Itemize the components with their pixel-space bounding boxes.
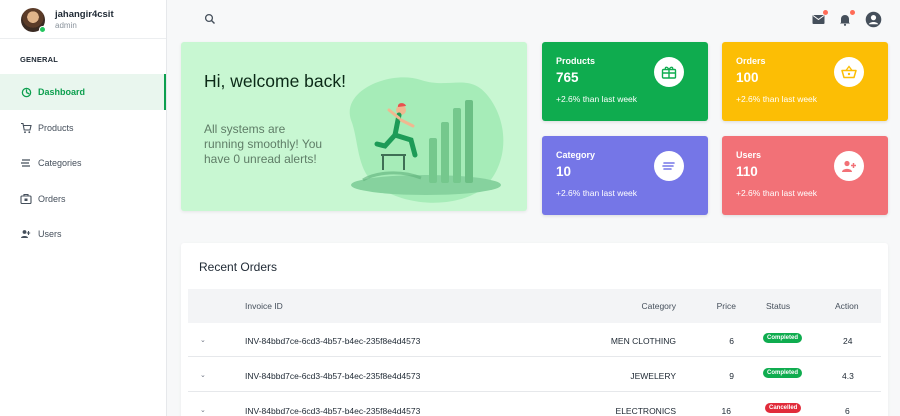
stat-title: Products bbox=[556, 56, 596, 66]
sidebar-item-categories[interactable]: Categories bbox=[0, 145, 166, 181]
column-header-action: Action bbox=[835, 301, 859, 311]
table-header: Invoice ID Category Price Status Action bbox=[188, 289, 881, 323]
notification-dot bbox=[823, 10, 828, 15]
stat-trend: +2.6% than last week bbox=[556, 94, 638, 104]
user-role: admin bbox=[55, 20, 77, 30]
invoice-id: INV-84bbd7ce-6cd3-4b57-b4ec-235f8e4d4573 bbox=[245, 336, 421, 346]
welcome-title: Hi, welcome back! bbox=[204, 71, 346, 91]
column-header-status: Status bbox=[766, 301, 791, 311]
chevron-down-icon[interactable]: ⌄ bbox=[200, 406, 206, 414]
stat-value: 765 bbox=[556, 70, 579, 85]
status-badge: Completed bbox=[763, 368, 803, 378]
stat-value: 100 bbox=[736, 70, 759, 85]
user-add-icon bbox=[834, 151, 864, 181]
sidebar-item-label: Categories bbox=[38, 158, 82, 168]
stat-card-products[interactable]: Products 765 +2.6% than last week bbox=[542, 42, 708, 121]
categories-icon bbox=[20, 157, 32, 169]
table-row[interactable]: ⌄ INV-84bbd7ce-6cd3-4b57-b4ec-235f8e4d45… bbox=[188, 393, 881, 416]
price-cell: 16 bbox=[721, 406, 731, 416]
category-cell: JEWELERY bbox=[630, 371, 676, 381]
stat-title: Category bbox=[556, 150, 596, 160]
sidebar-item-label: Users bbox=[38, 229, 62, 239]
chevron-down-icon[interactable]: ⌄ bbox=[200, 336, 206, 344]
search-icon[interactable] bbox=[204, 12, 218, 26]
user-name: jahangir4csit bbox=[55, 8, 114, 20]
column-header-category: Category bbox=[641, 301, 677, 311]
stat-value: 10 bbox=[556, 164, 572, 179]
chevron-down-icon[interactable]: ⌄ bbox=[200, 371, 206, 379]
sidebar-divider bbox=[0, 38, 166, 39]
gift-icon bbox=[654, 57, 684, 87]
mail-icon[interactable] bbox=[810, 10, 828, 27]
welcome-illustration bbox=[349, 77, 504, 203]
sidebar-item-dashboard[interactable]: Dashboard bbox=[0, 74, 166, 110]
recent-orders-title: Recent Orders bbox=[199, 260, 278, 274]
welcome-message: All systems are running smoothly! You ha… bbox=[204, 122, 323, 167]
stat-title: Users bbox=[736, 150, 762, 160]
sidebar-item-orders[interactable]: Orders bbox=[0, 181, 166, 217]
invoice-id: INV-84bbd7ce-6cd3-4b57-b4ec-235f8e4d4573 bbox=[245, 406, 421, 416]
avatar[interactable] bbox=[21, 8, 46, 33]
recent-orders-card: Recent Orders Invoice ID Category Price … bbox=[181, 243, 888, 416]
sidebar-item-label: Products bbox=[38, 123, 74, 133]
category-cell: ELECTRONICS bbox=[615, 406, 676, 416]
account-icon[interactable] bbox=[864, 10, 882, 28]
notification-dot bbox=[850, 10, 855, 15]
action-cell[interactable]: 6 bbox=[845, 406, 850, 416]
stat-trend: +2.6% than last week bbox=[736, 94, 818, 104]
stat-card-orders[interactable]: Orders 100 +2.6% than last week bbox=[722, 42, 888, 121]
sidebar-item-label: Orders bbox=[38, 194, 66, 204]
stat-value: 110 bbox=[736, 164, 758, 179]
bell-icon[interactable] bbox=[837, 10, 855, 27]
user-profile[interactable]: jahangir4csit admin bbox=[21, 8, 114, 33]
welcome-card: Hi, welcome back! All systems are runnin… bbox=[181, 42, 527, 211]
basket-icon bbox=[834, 57, 864, 87]
stat-trend: +2.6% than last week bbox=[556, 188, 638, 198]
sidebar-heading: GENERAL bbox=[20, 55, 59, 64]
column-header-invoice: Invoice ID bbox=[245, 301, 283, 311]
column-header-price: Price bbox=[716, 301, 736, 311]
status-badge: Cancelled bbox=[765, 403, 802, 413]
stat-card-users[interactable]: Users 110 +2.6% than last week bbox=[722, 136, 888, 215]
stat-title: Orders bbox=[736, 56, 766, 66]
sidebar-item-label: Dashboard bbox=[38, 87, 86, 97]
cart-icon bbox=[20, 122, 32, 134]
status-badge: Completed bbox=[763, 333, 803, 343]
stat-trend: +2.6% than last week bbox=[736, 188, 818, 198]
list-icon bbox=[654, 151, 684, 181]
invoice-id: INV-84bbd7ce-6cd3-4b57-b4ec-235f8e4d4573 bbox=[245, 371, 421, 381]
action-cell[interactable]: 4.3 bbox=[842, 371, 854, 381]
table-row[interactable]: ⌄ INV-84bbd7ce-6cd3-4b57-b4ec-235f8e4d45… bbox=[188, 323, 881, 357]
sidebar: jahangir4csit admin GENERAL Dashboard Pr… bbox=[0, 0, 167, 416]
table-row[interactable]: ⌄ INV-84bbd7ce-6cd3-4b57-b4ec-235f8e4d45… bbox=[188, 358, 881, 392]
price-cell: 6 bbox=[729, 336, 734, 346]
dashboard-icon bbox=[20, 86, 32, 98]
sidebar-item-users[interactable]: Users bbox=[0, 216, 166, 252]
price-cell: 9 bbox=[729, 371, 734, 381]
action-cell[interactable]: 24 bbox=[843, 336, 852, 346]
orders-icon bbox=[20, 193, 32, 205]
sidebar-item-products[interactable]: Products bbox=[0, 110, 166, 146]
category-cell: MEN CLOTHING bbox=[610, 336, 676, 346]
stat-card-category[interactable]: Category 10 +2.6% than last week bbox=[542, 136, 708, 215]
users-icon bbox=[20, 228, 32, 240]
online-status-dot bbox=[39, 26, 46, 33]
